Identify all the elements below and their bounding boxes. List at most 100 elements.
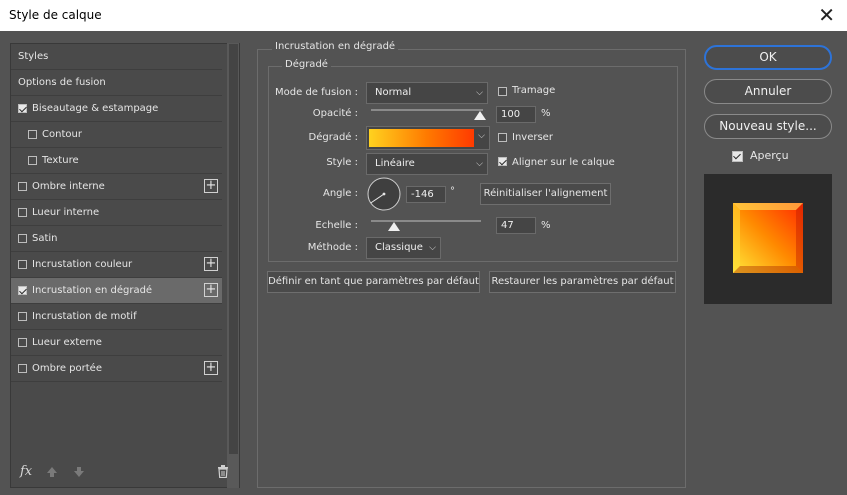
blend-mode-select[interactable]: Normal ⌵: [366, 82, 488, 104]
sidebar-item-label: Options de fusion: [18, 77, 106, 88]
preview-panel: [704, 174, 832, 304]
opacity-label: Opacité :: [312, 108, 358, 119]
sidebar-item-inner-shadow[interactable]: Ombre interne +: [11, 174, 222, 200]
chevron-down-icon[interactable]: ⌵: [478, 131, 485, 141]
drop-shadow-checkbox[interactable]: [18, 364, 27, 373]
sidebar-item-label: Texture: [42, 155, 79, 166]
ok-button[interactable]: OK: [704, 45, 832, 70]
sidebar-item-satin[interactable]: Satin: [11, 226, 222, 252]
sidebar-item-pattern-overlay[interactable]: Incrustation de motif: [11, 304, 222, 330]
panel-title: Incrustation en dégradé: [272, 41, 399, 52]
scale-label: Echelle :: [315, 220, 358, 231]
color-overlay-checkbox[interactable]: [18, 260, 27, 269]
title-bar: Style de calque ✕: [0, 0, 847, 31]
method-select[interactable]: Classique ⌵: [366, 237, 441, 259]
opacity-slider-thumb[interactable]: [474, 111, 486, 120]
sidebar-item-styles[interactable]: Styles: [11, 44, 222, 70]
sidebar-item-label: Incrustation couleur: [32, 259, 133, 270]
opacity-slider[interactable]: [371, 109, 483, 111]
add-gradient-overlay-button[interactable]: +: [204, 283, 218, 297]
sidebar-item-gradient-overlay[interactable]: Incrustation en dégradé +: [11, 278, 222, 304]
scrollbar-thumb[interactable]: [229, 44, 238, 454]
sidebar-item-texture[interactable]: Texture: [11, 148, 222, 174]
chevron-down-icon: ⌵: [429, 243, 436, 253]
sidebar-item-label: Contour: [42, 129, 82, 140]
contour-checkbox[interactable]: [28, 130, 37, 139]
gradient-label: Dégradé :: [308, 132, 359, 143]
move-down-icon[interactable]: [73, 466, 85, 478]
blend-mode-value: Normal: [375, 87, 412, 98]
sidebar-item-label: Ombre interne: [32, 181, 105, 192]
trash-icon[interactable]: [217, 465, 229, 478]
inner-glow-checkbox[interactable]: [18, 208, 27, 217]
align-layer-checkbox[interactable]: [498, 157, 507, 166]
scale-slider-thumb[interactable]: [387, 222, 400, 231]
sidebar-item-bevel-emboss[interactable]: Biseautage & estampage: [11, 96, 222, 122]
gradient-overlay-checkbox[interactable]: [18, 286, 27, 295]
blend-mode-label: Mode de fusion :: [275, 87, 358, 98]
sidebar-item-label: Incrustation en dégradé: [32, 285, 153, 296]
sidebar-item-label: Satin: [32, 233, 58, 244]
scale-input[interactable]: 47: [496, 217, 536, 234]
pattern-overlay-checkbox[interactable]: [18, 312, 27, 321]
style-list-scrollbar[interactable]: [227, 43, 239, 488]
sidebar-item-label: Lueur interne: [32, 207, 100, 218]
set-default-button[interactable]: Définir en tant que paramètres par défau…: [267, 271, 480, 293]
align-layer-label: Aligner sur le calque: [512, 157, 615, 168]
style-label: Style :: [326, 157, 358, 168]
reverse-label: Inverser: [512, 132, 553, 143]
reverse-checkbox[interactable]: [498, 133, 507, 142]
add-drop-shadow-button[interactable]: +: [204, 361, 218, 375]
style-select[interactable]: Linéaire ⌵: [366, 153, 488, 175]
move-up-icon[interactable]: [46, 466, 58, 478]
inner-shadow-checkbox[interactable]: [18, 182, 27, 191]
subgroup-title: Dégradé: [282, 59, 331, 70]
sidebar-item-color-overlay[interactable]: Incrustation couleur +: [11, 252, 222, 278]
preview-label: Aperçu: [750, 149, 789, 162]
sidebar-item-outer-glow[interactable]: Lueur externe: [11, 330, 222, 356]
bevel-emboss-checkbox[interactable]: [18, 104, 27, 113]
sidebar-item-label: Biseautage & estampage: [32, 103, 159, 114]
dither-label: Tramage: [512, 85, 556, 96]
opacity-input[interactable]: 100: [496, 106, 536, 123]
outer-glow-checkbox[interactable]: [18, 338, 27, 347]
angle-unit: °: [450, 186, 455, 197]
sidebar-item-contour[interactable]: Contour: [11, 122, 222, 148]
sidebar-item-blending-options[interactable]: Options de fusion: [11, 70, 222, 96]
method-label: Méthode :: [307, 242, 358, 253]
gradient-picker[interactable]: ⌵: [366, 126, 490, 150]
sidebar-item-inner-glow[interactable]: Lueur interne: [11, 200, 222, 226]
sidebar-item-drop-shadow[interactable]: Ombre portée +: [11, 356, 222, 382]
preview-checkbox[interactable]: [732, 151, 743, 162]
chevron-down-icon: ⌵: [476, 88, 483, 98]
gradient-swatch[interactable]: [369, 129, 474, 147]
angle-label: Angle :: [322, 188, 358, 199]
scale-unit: %: [541, 220, 551, 231]
chevron-down-icon: ⌵: [476, 159, 483, 169]
angle-dial[interactable]: [366, 176, 402, 212]
restore-default-button[interactable]: Restaurer les paramètres par défaut: [489, 271, 676, 293]
new-style-button[interactable]: Nouveau style...: [704, 114, 832, 139]
cancel-button[interactable]: Annuler: [704, 79, 832, 104]
texture-checkbox[interactable]: [28, 156, 37, 165]
add-color-overlay-button[interactable]: +: [204, 257, 218, 271]
close-icon[interactable]: ✕: [818, 3, 835, 27]
sidebar-item-label: Incrustation de motif: [32, 311, 137, 322]
sidebar-item-label: Styles: [18, 51, 49, 62]
sidebar-item-label: Ombre portée: [32, 363, 102, 374]
add-inner-shadow-button[interactable]: +: [204, 179, 218, 193]
satin-checkbox[interactable]: [18, 234, 27, 243]
angle-input[interactable]: -146: [406, 186, 446, 203]
dither-checkbox[interactable]: [498, 87, 507, 96]
opacity-value: 100: [501, 109, 521, 120]
sidebar-item-label: Lueur externe: [32, 337, 102, 348]
scale-value: 47: [501, 220, 514, 231]
angle-value: -146: [411, 189, 434, 200]
preview-thumbnail: [733, 203, 803, 273]
style-value: Linéaire: [375, 158, 415, 169]
window-title: Style de calque: [9, 8, 102, 22]
fx-icon[interactable]: fx: [20, 464, 32, 479]
opacity-unit: %: [541, 108, 551, 119]
method-value: Classique: [375, 242, 423, 253]
reset-alignment-button[interactable]: Réinitialiser l'alignement: [480, 183, 611, 205]
